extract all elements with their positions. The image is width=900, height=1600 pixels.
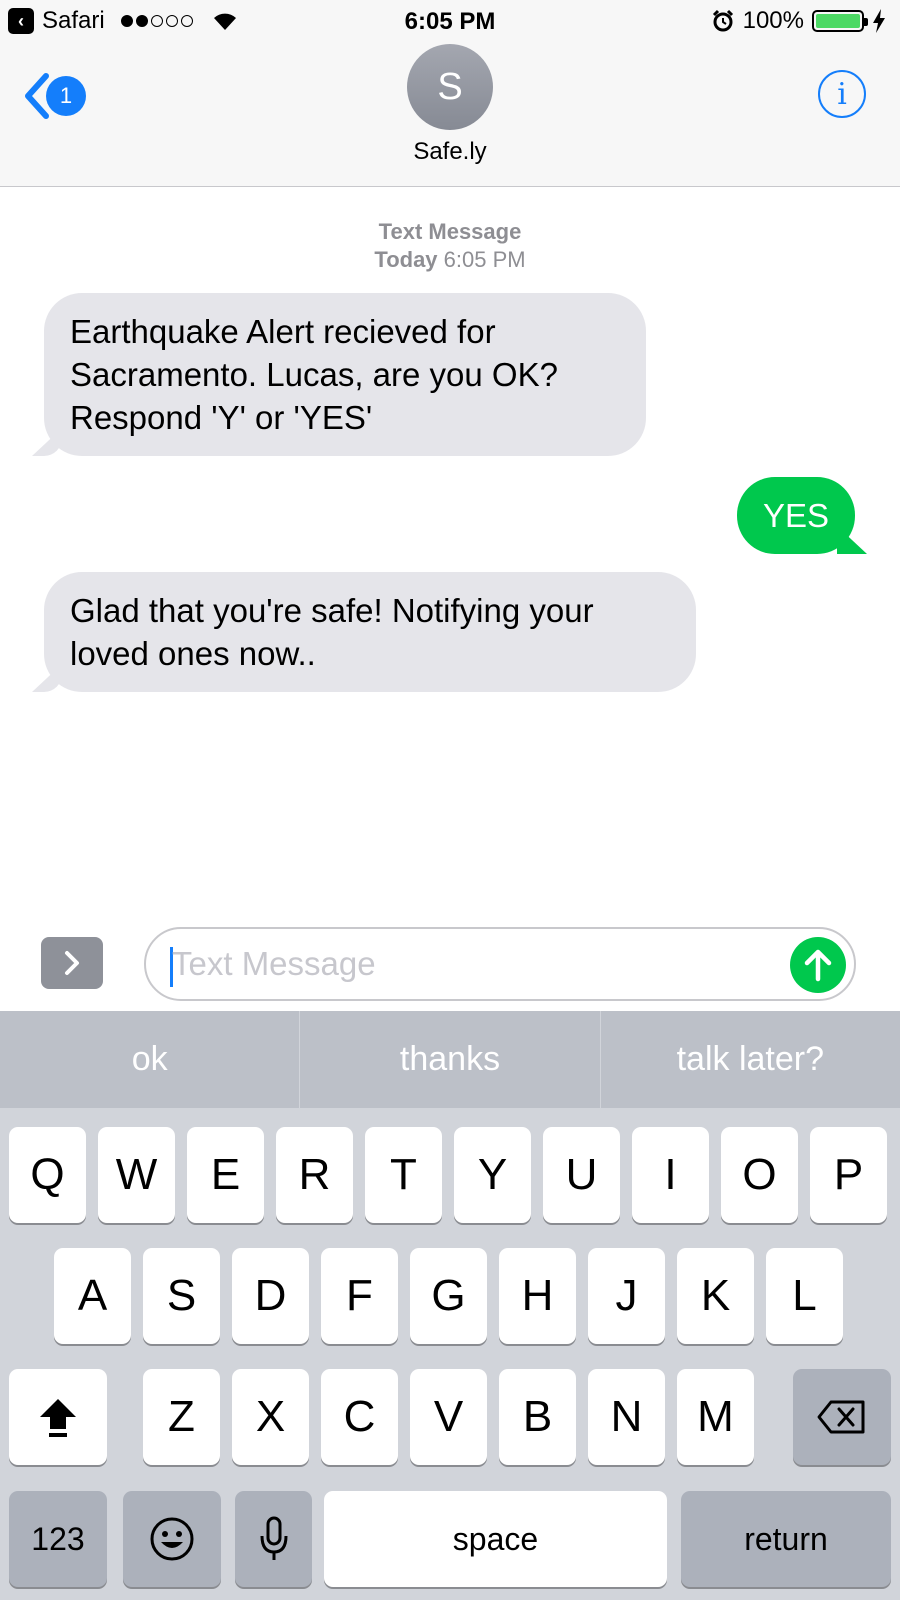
- key-f[interactable]: F: [321, 1248, 398, 1344]
- keyboard: ok thanks talk later? Q W E R T Y U I O …: [0, 1011, 900, 1600]
- incoming-message[interactable]: Glad that you're safe! Notifying your lo…: [32, 572, 696, 692]
- backspace-icon: [817, 1400, 865, 1434]
- arrow-up-icon: [804, 949, 832, 982]
- predictive-bar: ok thanks talk later?: [0, 1011, 900, 1108]
- space-key[interactable]: space: [324, 1491, 667, 1587]
- suggestion-ok[interactable]: ok: [0, 1011, 301, 1108]
- info-button[interactable]: i: [818, 70, 866, 118]
- key-j[interactable]: J: [588, 1248, 665, 1344]
- shift-arrow-icon: [40, 1399, 76, 1437]
- status-right: 100%: [711, 6, 886, 36]
- suggestion-talk-later[interactable]: talk later?: [601, 1011, 900, 1108]
- timestamp-line: Today 6:05 PM: [0, 246, 900, 274]
- contact-name[interactable]: Safe.ly: [0, 138, 900, 166]
- charging-bolt-icon: [873, 9, 885, 33]
- key-x[interactable]: X: [232, 1369, 309, 1465]
- message-text: YES: [763, 497, 830, 534]
- bubble-tail: [837, 526, 867, 554]
- send-button[interactable]: [790, 937, 846, 993]
- shift-key[interactable]: [9, 1369, 107, 1465]
- key-p[interactable]: P: [810, 1127, 887, 1223]
- key-m[interactable]: M: [677, 1369, 754, 1465]
- key-y[interactable]: Y: [454, 1127, 531, 1223]
- timestamp-day: Today: [374, 247, 438, 272]
- avatar[interactable]: S: [407, 44, 493, 130]
- key-h[interactable]: H: [499, 1248, 576, 1344]
- incoming-message[interactable]: Earthquake Alert recieved for Sacramento…: [32, 293, 646, 456]
- delete-key[interactable]: [793, 1369, 891, 1465]
- key-z[interactable]: Z: [143, 1369, 220, 1465]
- service-label: Text Message: [378, 219, 522, 244]
- emoji-smiley-icon: [150, 1517, 194, 1561]
- key-a[interactable]: A: [54, 1248, 131, 1344]
- dictation-key[interactable]: [235, 1491, 312, 1587]
- key-e[interactable]: E: [187, 1127, 264, 1223]
- message-input-placeholder: Text Message: [172, 945, 376, 982]
- compose-bar: Text Message: [0, 905, 900, 1011]
- back-button[interactable]: 1: [22, 72, 86, 120]
- key-n[interactable]: N: [588, 1369, 665, 1465]
- message-text: Earthquake Alert recieved for Sacramento…: [70, 313, 558, 436]
- bubble-tail: [32, 664, 62, 692]
- key-l[interactable]: L: [766, 1248, 843, 1344]
- outgoing-message[interactable]: YES: [737, 477, 867, 554]
- alarm-icon: [712, 9, 733, 32]
- conversation-header: 1 S Safe.ly i: [0, 42, 900, 187]
- key-b[interactable]: B: [499, 1369, 576, 1465]
- app-drawer-button[interactable]: [41, 937, 103, 989]
- battery-icon: [812, 10, 868, 32]
- key-q[interactable]: Q: [9, 1127, 86, 1223]
- key-d[interactable]: D: [232, 1248, 309, 1344]
- bubble-tail: [32, 428, 62, 456]
- unread-badge: 1: [46, 76, 86, 116]
- message-input[interactable]: Text Message: [144, 927, 856, 1001]
- key-i[interactable]: I: [632, 1127, 709, 1223]
- key-v[interactable]: V: [410, 1369, 487, 1465]
- message-text: Glad that you're safe! Notifying your lo…: [70, 592, 594, 672]
- key-w[interactable]: W: [98, 1127, 175, 1223]
- key-k[interactable]: K: [677, 1248, 754, 1344]
- key-g[interactable]: G: [410, 1248, 487, 1344]
- key-c[interactable]: C: [321, 1369, 398, 1465]
- return-key[interactable]: return: [681, 1491, 891, 1587]
- emoji-key[interactable]: [123, 1491, 221, 1587]
- key-t[interactable]: T: [365, 1127, 442, 1223]
- microphone-icon: [260, 1516, 287, 1560]
- key-s[interactable]: S: [143, 1248, 220, 1344]
- thread-timestamp: Text Message Today 6:05 PM: [0, 218, 900, 274]
- chevron-right-icon: [65, 951, 79, 975]
- battery-percent: 100%: [742, 7, 804, 34]
- suggestion-thanks[interactable]: thanks: [300, 1011, 601, 1108]
- status-bar: ‹ Safari 6:05 PM 100%: [0, 0, 900, 42]
- key-u[interactable]: U: [543, 1127, 620, 1223]
- timestamp-time: 6:05 PM: [443, 247, 526, 272]
- key-r[interactable]: R: [276, 1127, 353, 1223]
- key-o[interactable]: O: [721, 1127, 798, 1223]
- numbers-key[interactable]: 123: [9, 1491, 107, 1587]
